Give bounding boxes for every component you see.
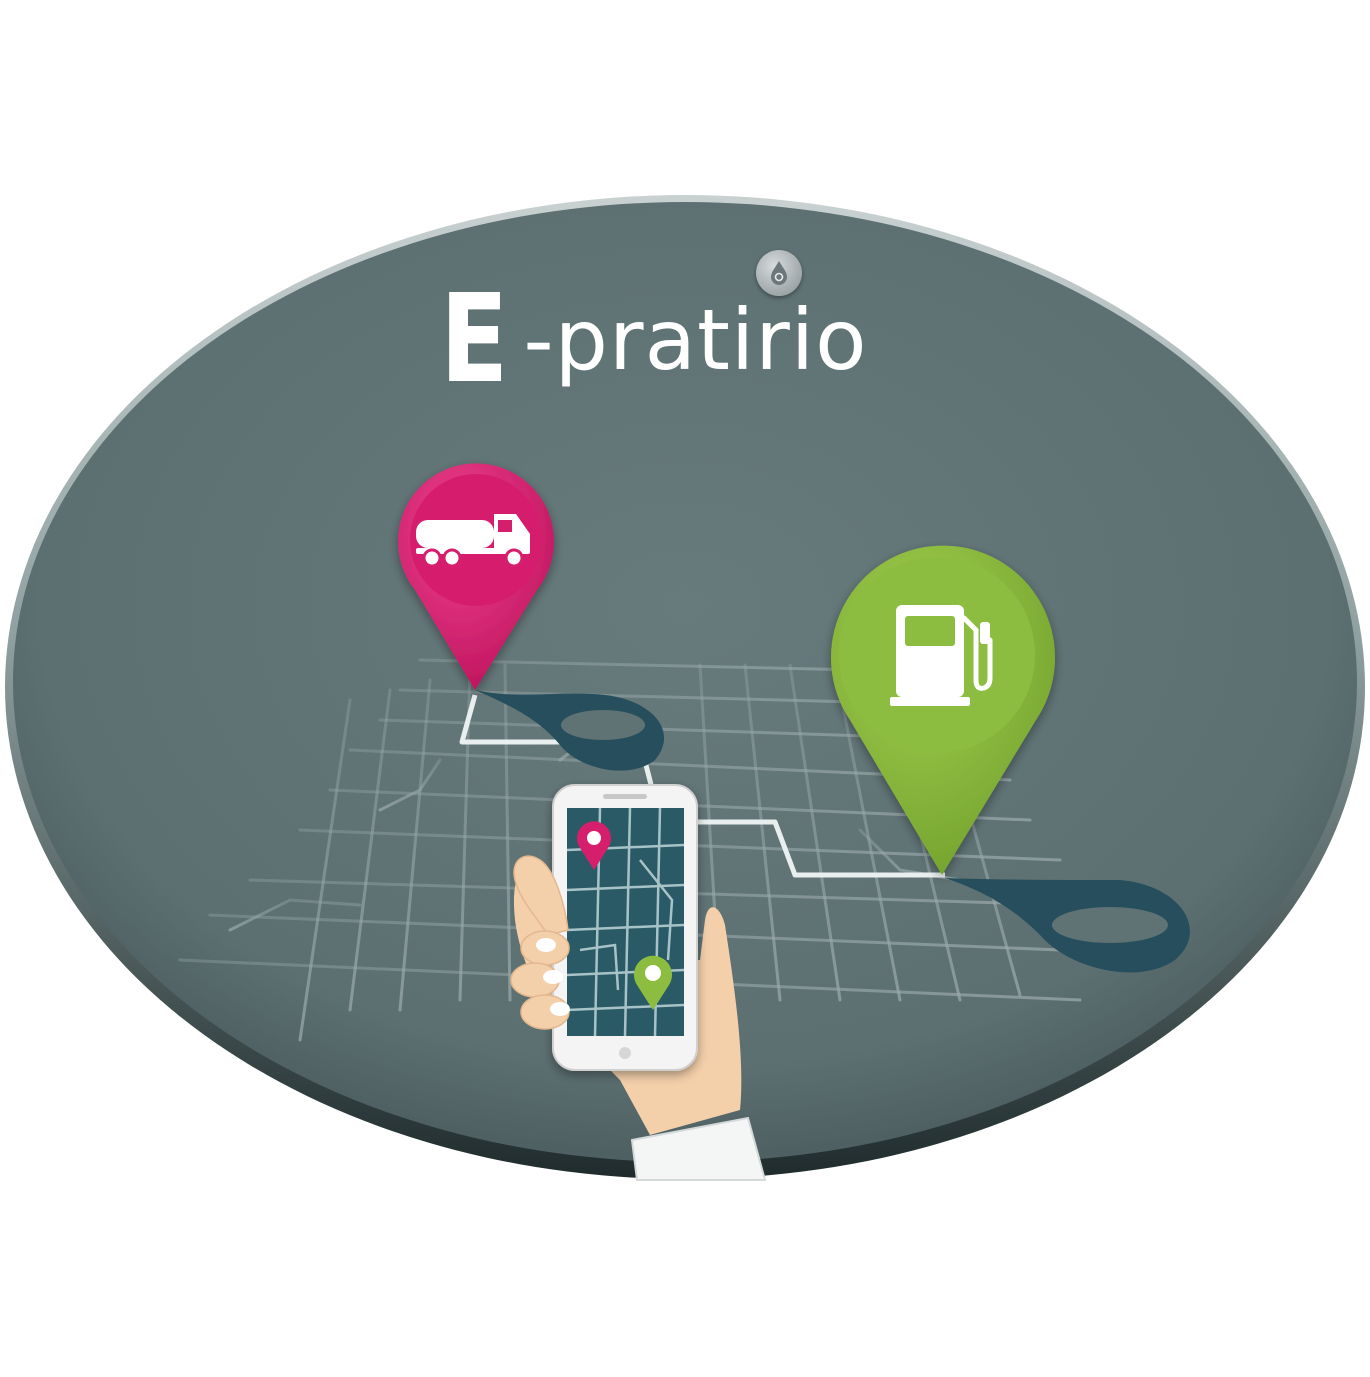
illustration — [5, 195, 1365, 1181]
pink-pin-shadow-hole — [561, 710, 645, 740]
brand-logo: E -pratirio — [440, 270, 960, 400]
brand-wordmark: -pratirio — [523, 291, 868, 389]
brand-initial: E — [440, 268, 509, 410]
green-pin-shadow-hole — [1052, 907, 1168, 943]
